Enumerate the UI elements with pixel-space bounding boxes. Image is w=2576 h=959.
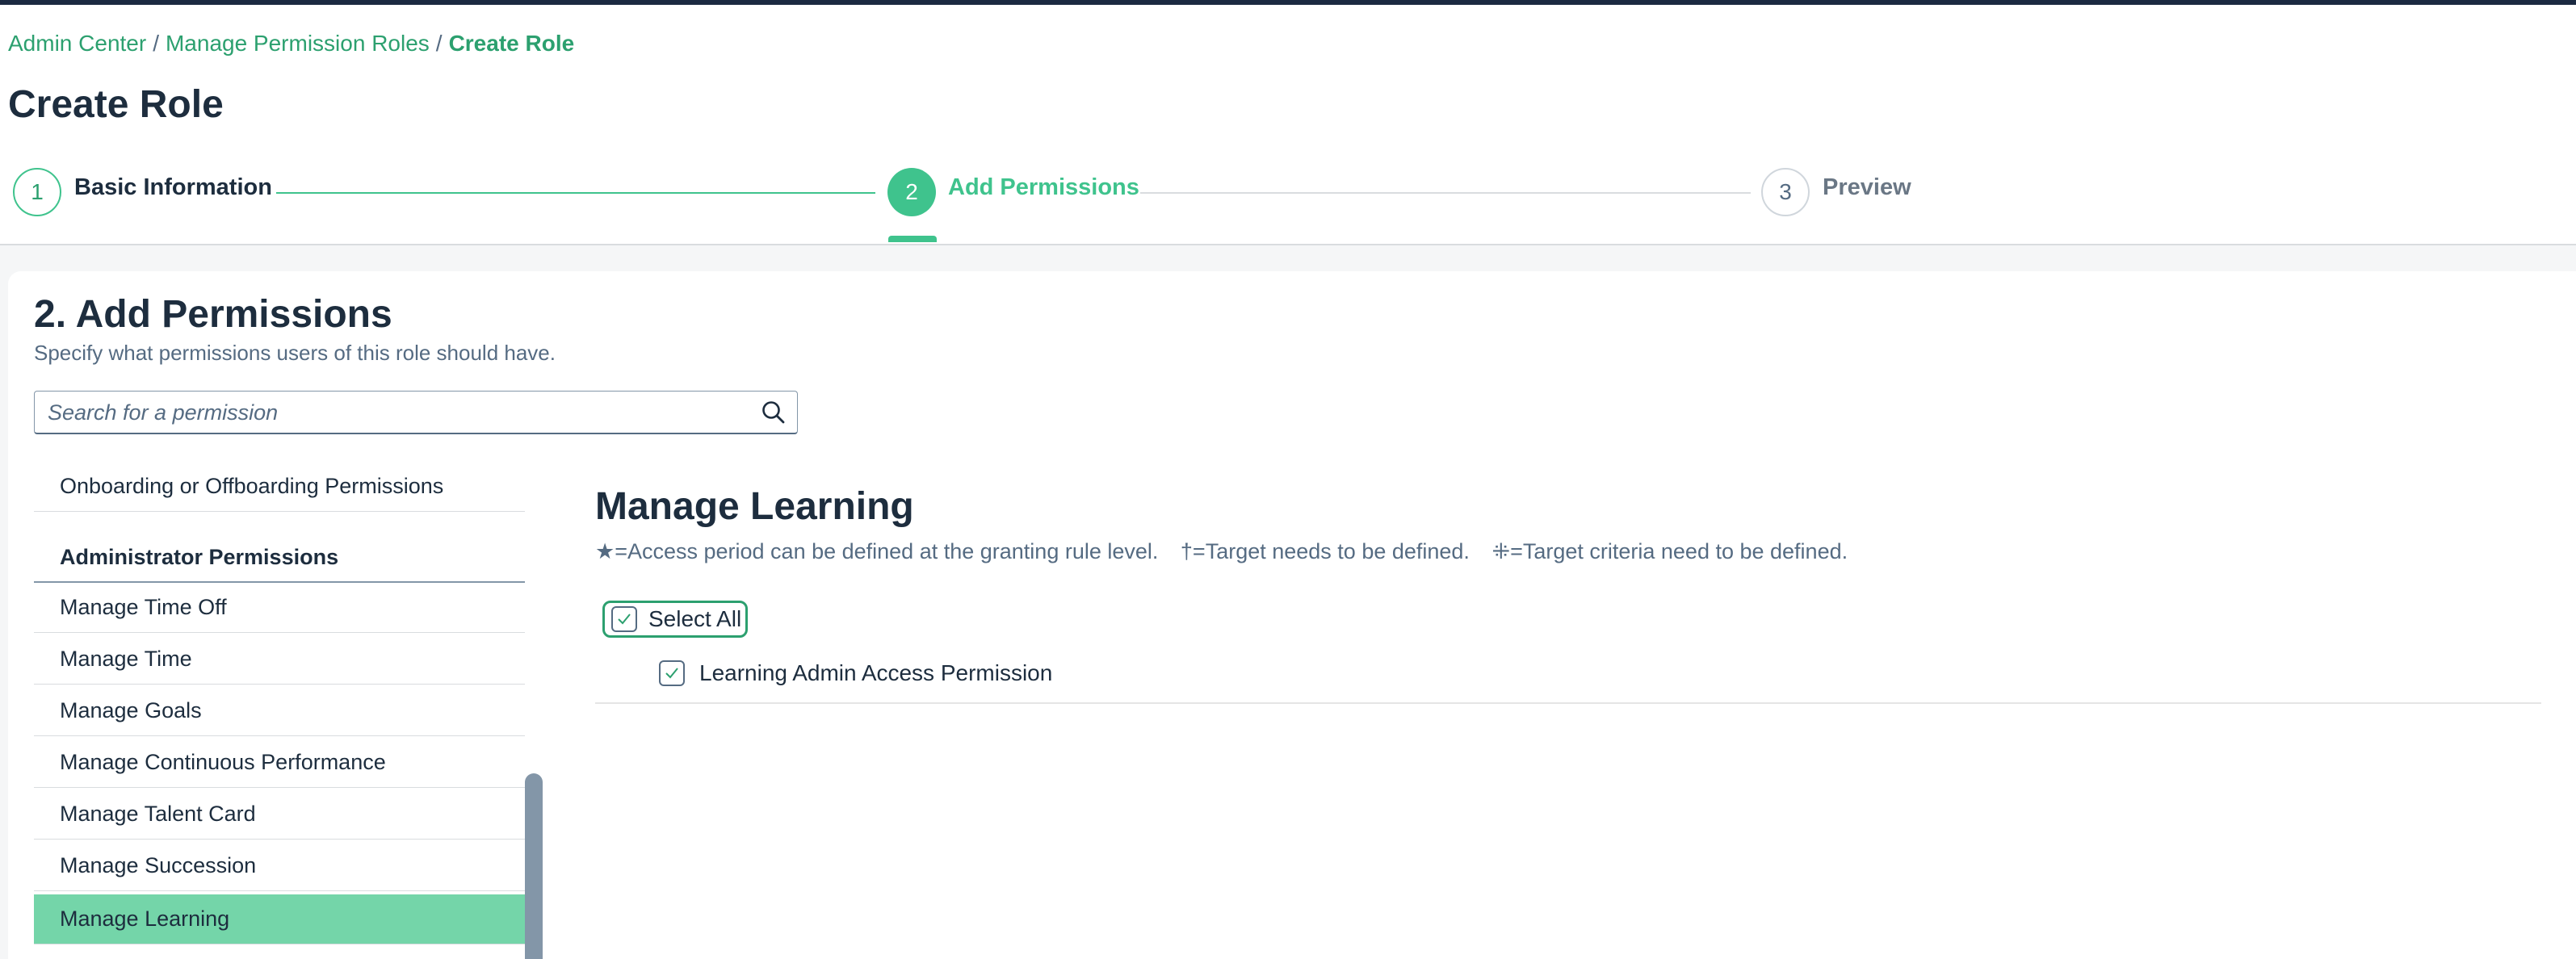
breadcrumb-separator: /: [435, 31, 443, 56]
list-item-manage-time-off[interactable]: Manage Time Off: [34, 583, 525, 633]
legend-target-criteria: ⁜=Target criteria need to be defined.: [1491, 539, 1848, 563]
breadcrumb-manage-permission-roles[interactable]: Manage Permission Roles: [166, 31, 430, 57]
wizard-connector-upcoming: [1140, 192, 1751, 194]
wizard-step-3-circle[interactable]: 3: [1761, 168, 1810, 216]
select-all-checkbox-box[interactable]: [611, 606, 637, 632]
detail-title: Manage Learning: [595, 485, 914, 528]
search-icon[interactable]: [760, 399, 787, 426]
legend-access-period: ★=Access period can be defined at the gr…: [595, 539, 1159, 563]
wizard-step-2-circle[interactable]: 2: [887, 168, 936, 216]
permission-row-learning-admin[interactable]: Learning Admin Access Permission: [659, 660, 1052, 686]
permission-search[interactable]: [34, 391, 798, 434]
permission-legend: ★=Access period can be defined at the gr…: [595, 539, 1864, 564]
permission-label: Learning Admin Access Permission: [699, 660, 1053, 685]
wizard-step-3-label[interactable]: Preview: [1823, 174, 1911, 201]
row-divider: [595, 702, 2541, 704]
list-item-manage-talent-card[interactable]: Manage Talent Card: [34, 789, 525, 840]
list-item-manage-succession[interactable]: Manage Succession: [34, 841, 525, 891]
checkmark-icon: [618, 614, 631, 625]
wizard-step-2-label[interactable]: Add Permissions: [948, 174, 1139, 201]
select-all-label: Select All: [648, 606, 742, 631]
active-step-indicator: [888, 236, 937, 242]
select-all-checkbox[interactable]: Select All: [602, 601, 748, 638]
page-title: Create Role: [8, 83, 224, 126]
breadcrumb: Admin Center / Manage Permission Roles / Cre…: [8, 31, 574, 57]
section-subtitle: Specify what permissions users of this r…: [34, 341, 556, 365]
wizard-step-1-circle[interactable]: 1: [13, 168, 61, 216]
list-item-manage-time[interactable]: Manage Time: [34, 634, 525, 685]
wizard-connector-completed: [276, 192, 875, 194]
breadcrumb-current: Create Role: [448, 31, 575, 56]
list-item-onboarding-offboarding[interactable]: Onboarding or Offboarding Permissions: [34, 462, 525, 512]
list-item-manage-continuous-performance[interactable]: Manage Continuous Performance: [34, 738, 525, 788]
breadcrumb-separator: /: [153, 31, 159, 56]
checkmark-icon: [665, 668, 678, 679]
list-scrollbar[interactable]: [525, 773, 543, 959]
search-input[interactable]: [35, 392, 744, 433]
legend-target: †=Target needs to be defined.: [1180, 539, 1470, 563]
learning-admin-access-checkbox[interactable]: [659, 660, 685, 686]
list-item-manage-learning[interactable]: Manage Learning: [34, 894, 525, 944]
breadcrumb-admin-center[interactable]: Admin Center: [8, 31, 146, 57]
wizard-progress: 1 Basic Information 2 Add Permissions 3 …: [0, 158, 2576, 242]
list-item-manage-goals[interactable]: Manage Goals: [34, 686, 525, 736]
wizard-step-1-label[interactable]: Basic Information: [74, 174, 272, 201]
section-title: 2. Add Permissions: [34, 293, 392, 336]
list-group-administrator-permissions: Administrator Permissions: [34, 512, 525, 583]
